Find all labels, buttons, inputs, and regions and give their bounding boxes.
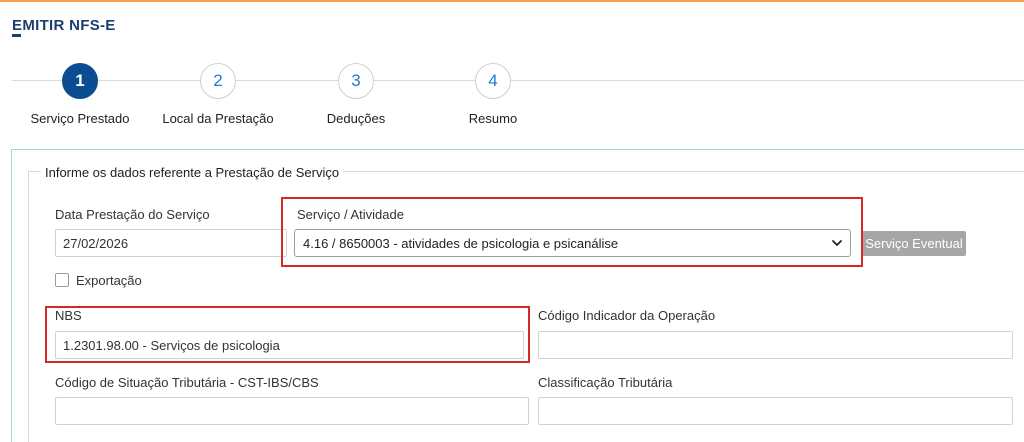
step-number-circle: 1 bbox=[62, 63, 98, 99]
fieldset-legend: Informe os dados referente a Prestação d… bbox=[41, 165, 344, 180]
top-accent-line bbox=[0, 0, 1024, 2]
data-prestacao-label: Data Prestação do Serviço bbox=[55, 207, 210, 222]
servico-highlight-box bbox=[281, 197, 863, 267]
nbs-highlight-box bbox=[45, 306, 530, 363]
classificacao-label: Classificação Tributária bbox=[538, 375, 673, 390]
cst-input[interactable] bbox=[55, 397, 529, 425]
step-label: Resumo bbox=[468, 111, 518, 126]
data-prestacao-input[interactable]: 27/02/2026 bbox=[55, 229, 287, 257]
step-local-prestacao[interactable]: 2 Local da Prestação bbox=[153, 63, 283, 126]
step-label: Local da Prestação bbox=[162, 111, 274, 126]
step-number-circle: 3 bbox=[338, 63, 374, 99]
codigo-indicador-label: Código Indicador da Operação bbox=[538, 308, 716, 323]
step-deducoes[interactable]: 3 Deduções bbox=[291, 63, 421, 126]
exportacao-checkbox[interactable] bbox=[55, 273, 69, 287]
codigo-indicador-input[interactable] bbox=[538, 331, 1013, 359]
page-title: EMITIR NFS-E bbox=[12, 17, 116, 37]
step-number-circle: 2 bbox=[200, 63, 236, 99]
step-resumo[interactable]: 4 Resumo bbox=[428, 63, 558, 126]
exportacao-label: Exportação bbox=[76, 273, 142, 288]
classificacao-input[interactable] bbox=[538, 397, 1013, 425]
cst-label: Código de Situação Tributária - CST-IBS/… bbox=[55, 375, 319, 390]
step-number-circle: 4 bbox=[475, 63, 511, 99]
step-label: Deduções bbox=[326, 111, 386, 126]
step-servico-prestado[interactable]: 1 Serviço Prestado bbox=[15, 63, 145, 126]
page-title-rest: MITIR NFS-E bbox=[22, 17, 116, 34]
servico-eventual-button[interactable]: Serviço Eventual bbox=[862, 231, 966, 256]
page-title-first-letter: E bbox=[12, 17, 23, 37]
step-label: Serviço Prestado bbox=[30, 111, 130, 126]
